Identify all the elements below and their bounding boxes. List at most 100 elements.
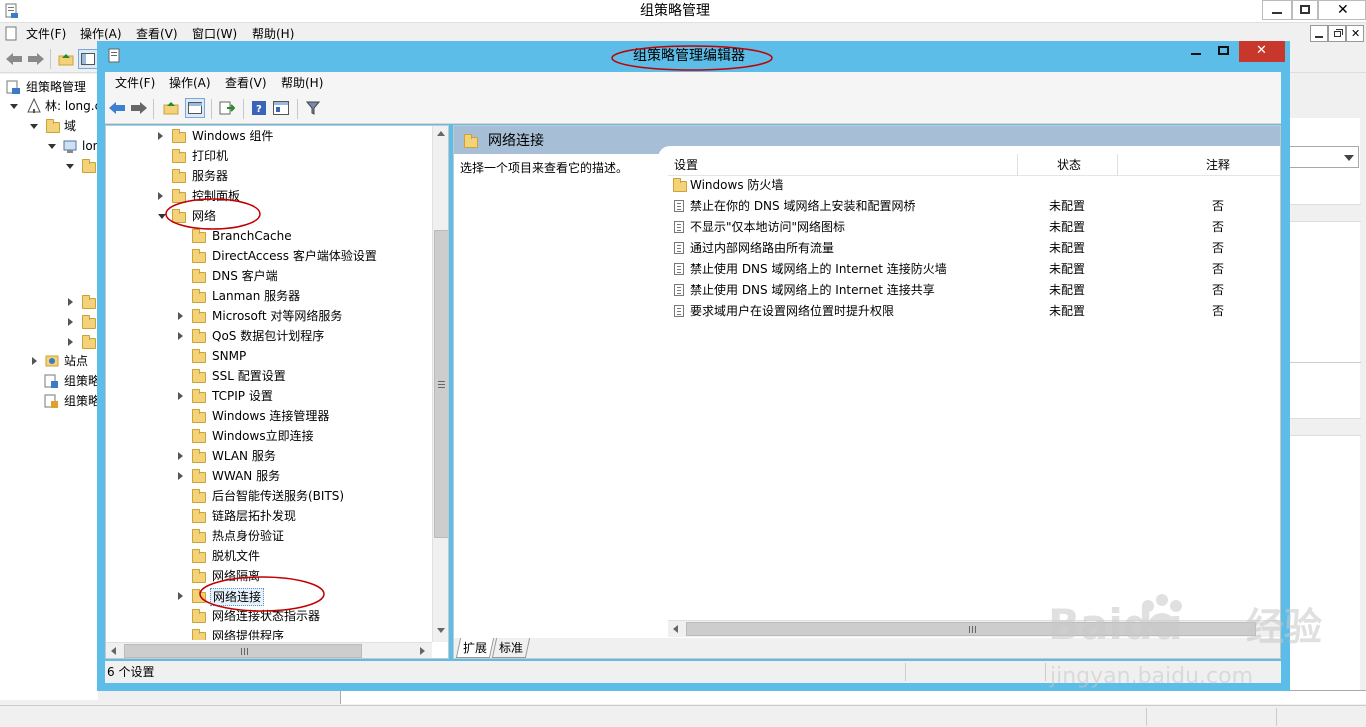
column-setting[interactable]: 设置 — [674, 157, 698, 173]
outer-titlebar[interactable]: 组策略管理 ✕ — [0, 0, 1366, 23]
tree-item[interactable]: 后台智能传送服务(BITS) — [212, 488, 344, 504]
scroll-left-icon[interactable] — [111, 647, 116, 655]
scroll-up-icon[interactable] — [437, 131, 445, 136]
column-comment[interactable]: 注释 — [1206, 157, 1230, 173]
editor-menu-help[interactable]: 帮助(H) — [281, 74, 323, 92]
outer-close-button[interactable]: ✕ — [1318, 0, 1366, 20]
setting-row-name[interactable]: 不显示"仅本地访问"网络图标 — [690, 219, 845, 235]
editor-minimize-button[interactable] — [1183, 41, 1209, 62]
expand-toggle-icon[interactable] — [158, 214, 166, 219]
editor-forward-button[interactable] — [129, 98, 149, 118]
outer-minimize-button[interactable] — [1262, 0, 1292, 20]
expand-toggle-icon[interactable] — [68, 298, 73, 306]
inner-minimize-button[interactable] — [1310, 25, 1328, 42]
setting-row-name[interactable]: 禁止在你的 DNS 域网络上安装和配置网桥 — [690, 198, 915, 214]
outer-up-folder-icon[interactable] — [56, 49, 76, 69]
tree-item[interactable]: SSL 配置设置 — [212, 368, 286, 384]
tree-item[interactable]: 网络连接 — [210, 588, 265, 606]
expand-toggle-icon[interactable] — [178, 332, 183, 340]
tree-hscroll-thumb[interactable] — [124, 644, 362, 658]
tree-item[interactable]: Windows立即连接 — [212, 428, 314, 444]
tree-item[interactable]: 服务器 — [192, 168, 228, 184]
outer-show-pane-icon[interactable] — [78, 49, 98, 69]
editor-filter-icon[interactable] — [303, 98, 323, 118]
column-divider — [1017, 154, 1018, 176]
tab-extended-label[interactable]: 扩展 — [463, 640, 487, 656]
outer-tree-root[interactable]: 组策略管理 — [26, 79, 86, 95]
tree-item[interactable]: 热点身份验证 — [212, 528, 284, 544]
scroll-right-icon[interactable] — [420, 647, 425, 655]
editor-show-pane-icon[interactable] — [185, 98, 205, 118]
tree-item[interactable]: 控制面板 — [192, 188, 240, 204]
outer-tree-forest[interactable]: 林: long.c — [45, 98, 101, 114]
outer-tree-domains[interactable]: 域 — [64, 118, 76, 134]
editor-close-button[interactable]: ✕ — [1239, 41, 1285, 62]
tree-item[interactable]: 网络提供程序 — [212, 628, 284, 640]
outer-back-button[interactable] — [4, 49, 24, 69]
tree-item[interactable]: 链路层拓扑发现 — [212, 508, 296, 524]
outer-forward-button[interactable] — [26, 49, 46, 69]
tree-scroll-thumb[interactable] — [434, 230, 448, 538]
outer-tree-results[interactable]: 组策略 — [64, 393, 100, 409]
scroll-left-icon[interactable] — [673, 625, 678, 633]
setting-row-name[interactable]: 禁止使用 DNS 域网络上的 Internet 连接防火墙 — [690, 261, 947, 277]
editor-help-icon[interactable]: ? — [249, 98, 269, 118]
editor-properties-icon[interactable] — [271, 98, 291, 118]
tree-item[interactable]: 网络 — [192, 208, 216, 224]
setting-row-name[interactable]: 要求域用户在设置网络位置时提升权限 — [690, 303, 894, 319]
setting-row-name[interactable]: 通过内部网络路由所有流量 — [690, 240, 834, 256]
expand-toggle-icon[interactable] — [158, 192, 163, 200]
tree-item[interactable]: 打印机 — [192, 148, 228, 164]
editor-up-folder-icon[interactable] — [161, 98, 181, 118]
inner-restore-button[interactable] — [1328, 25, 1346, 42]
tree-item[interactable]: WWAN 服务 — [212, 468, 280, 484]
editor-menu-view[interactable]: 查看(V) — [225, 74, 267, 92]
editor-menu-file[interactable]: 文件(F) — [115, 74, 155, 92]
tree-item[interactable]: Microsoft 对等网络服务 — [212, 308, 342, 324]
expand-toggle-icon[interactable] — [10, 104, 18, 109]
inner-close-button[interactable]: ✕ — [1346, 25, 1364, 42]
tree-item[interactable]: QoS 数据包计划程序 — [212, 328, 324, 344]
expand-toggle-icon[interactable] — [178, 452, 183, 460]
editor-maximize-button[interactable] — [1211, 41, 1237, 62]
outer-maximize-button[interactable] — [1292, 0, 1318, 20]
tree-item[interactable]: Lanman 服务器 — [212, 288, 300, 304]
expand-toggle-icon[interactable] — [178, 392, 183, 400]
tree-item[interactable]: BranchCache — [212, 228, 292, 244]
tree-vertical-scrollbar[interactable] — [432, 126, 448, 642]
tree-item[interactable]: DNS 客户端 — [212, 268, 278, 284]
expand-toggle-icon[interactable] — [48, 144, 56, 149]
editor-titlebar[interactable]: 组策略管理编辑器 ✕ — [97, 41, 1290, 71]
expand-toggle-icon[interactable] — [178, 472, 183, 480]
editor-export-icon[interactable] — [217, 98, 237, 118]
tree-item[interactable]: DirectAccess 客户端体验设置 — [212, 248, 377, 264]
expand-toggle-icon[interactable] — [32, 357, 37, 365]
editor-menu-action[interactable]: 操作(A) — [169, 74, 211, 92]
outer-tree-modeling[interactable]: 组策略 — [64, 373, 100, 389]
expand-toggle-icon[interactable] — [178, 312, 183, 320]
settings-folder-row[interactable]: Windows 防火墙 — [690, 177, 783, 193]
editor-back-button[interactable] — [107, 98, 127, 118]
outer-tree-sites[interactable]: 站点 — [64, 353, 88, 369]
tree-item[interactable]: WLAN 服务 — [212, 448, 276, 464]
tree-item[interactable]: SNMP — [212, 348, 246, 364]
expand-toggle-icon[interactable] — [30, 124, 38, 129]
outer-menu-file[interactable]: 文件(F) — [26, 25, 66, 43]
tree-item[interactable]: Windows 连接管理器 — [212, 408, 329, 424]
tree-item[interactable]: Windows 组件 — [192, 128, 273, 144]
expand-toggle-icon[interactable] — [68, 318, 73, 326]
tree-item[interactable]: TCPIP 设置 — [212, 388, 273, 404]
column-state[interactable]: 状态 — [1057, 157, 1081, 173]
scroll-down-icon[interactable] — [437, 628, 445, 633]
tab-standard-label[interactable]: 标准 — [499, 640, 523, 656]
expand-toggle-icon[interactable] — [158, 132, 163, 140]
outer-dropdown[interactable] — [1289, 146, 1359, 168]
expand-toggle-icon[interactable] — [66, 164, 74, 169]
expand-toggle-icon[interactable] — [68, 338, 73, 346]
setting-row-name[interactable]: 禁止使用 DNS 域网络上的 Internet 连接共享 — [690, 282, 935, 298]
expand-toggle-icon[interactable] — [178, 592, 183, 600]
tree-horizontal-scrollbar[interactable] — [106, 642, 432, 658]
tree-item[interactable]: 脱机文件 — [212, 548, 260, 564]
tree-item[interactable]: 网络连接状态指示器 — [212, 608, 320, 624]
tree-item[interactable]: 网络隔离 — [212, 568, 260, 584]
